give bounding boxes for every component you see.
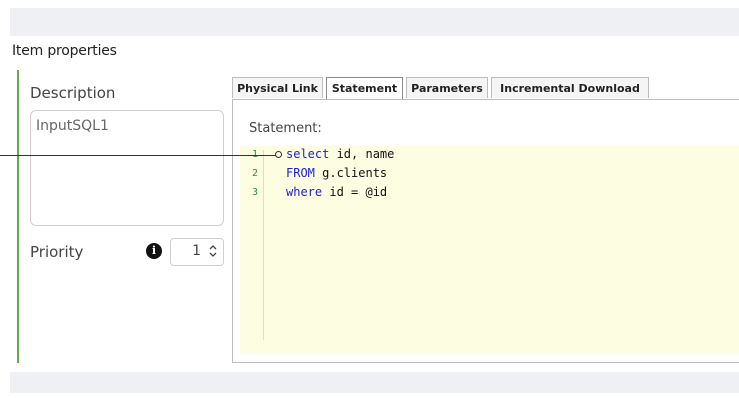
annotation-pointer-line bbox=[0, 155, 276, 156]
sql-keyword: select bbox=[286, 147, 330, 161]
code-line: FROM g.clients bbox=[286, 166, 387, 180]
priority-value: 1 bbox=[192, 243, 201, 259]
line-number: 2 bbox=[252, 168, 259, 179]
sql-keyword: FROM bbox=[286, 166, 315, 180]
statement-label: Statement: bbox=[249, 121, 322, 136]
sql-text: id, name bbox=[329, 147, 395, 161]
description-value: InputSQL1 bbox=[36, 118, 109, 134]
line-number: 3 bbox=[252, 187, 259, 198]
code-line: select id, name bbox=[286, 147, 394, 161]
code-line: where id = @id bbox=[286, 185, 387, 199]
description-label: Description bbox=[30, 84, 116, 102]
tab-parameters[interactable]: Parameters bbox=[406, 77, 488, 98]
tab-statement[interactable]: Statement bbox=[326, 77, 403, 100]
sql-text: g.clients bbox=[314, 166, 388, 180]
tab-physical-link[interactable]: Physical Link bbox=[232, 77, 323, 98]
priority-label: Priority bbox=[30, 243, 84, 261]
stepper-arrows-icon[interactable] bbox=[208, 241, 218, 261]
annotation-pointer-dot bbox=[275, 151, 282, 158]
info-icon[interactable]: i bbox=[146, 243, 162, 259]
tab-incremental-download[interactable]: Incremental Download bbox=[491, 77, 649, 98]
sql-text: id = @id bbox=[322, 185, 388, 199]
section-accent-bar bbox=[17, 70, 19, 363]
gutter-divider bbox=[263, 150, 264, 340]
panel-title: Item properties bbox=[12, 43, 117, 59]
priority-stepper[interactable]: 1 bbox=[170, 238, 224, 266]
sql-keyword: where bbox=[286, 185, 323, 199]
